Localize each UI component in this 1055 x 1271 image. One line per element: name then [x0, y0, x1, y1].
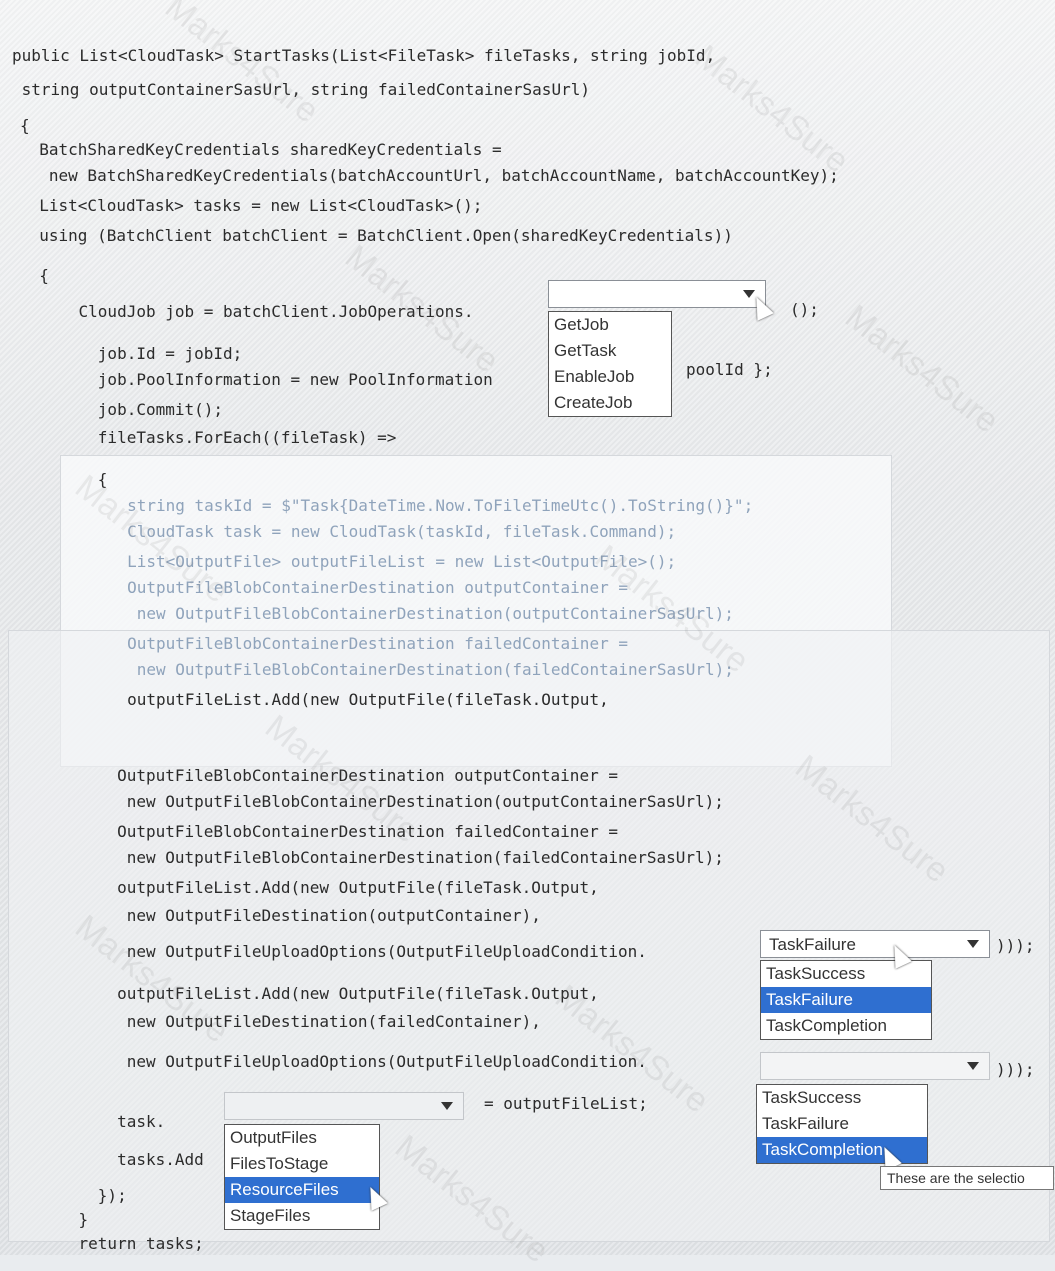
upload-condition-options-2: TaskSuccess TaskFailure TaskCompletion	[756, 1084, 928, 1164]
code-line: tasks.Add	[40, 1150, 204, 1169]
code-line: OutputFileBlobContainerDestination faile…	[50, 634, 628, 653]
option-resourcefiles[interactable]: ResourceFiles	[225, 1177, 379, 1203]
code-line: = outputFileList;	[484, 1094, 648, 1113]
code-line: ();	[790, 300, 819, 319]
option-filestostage[interactable]: FilesToStage	[225, 1151, 379, 1177]
code-line: {	[20, 266, 49, 285]
chevron-down-icon[interactable]	[967, 1062, 979, 1070]
option-taskcompletion[interactable]: TaskCompletion	[757, 1137, 927, 1163]
task-property-options: OutputFiles FilesToStage ResourceFiles S…	[224, 1124, 380, 1230]
option-enablejob[interactable]: EnableJob	[549, 364, 671, 390]
option-getjob[interactable]: GetJob	[549, 312, 671, 338]
code-line: new OutputFileDestination(outputContaine…	[40, 906, 541, 925]
code-line: List<OutputFile> outputFileList = new Li…	[50, 552, 677, 571]
code-line: {	[20, 116, 30, 135]
code-line: task.	[40, 1112, 166, 1131]
code-line: CloudTask task = new CloudTask(taskId, f…	[50, 522, 677, 541]
job-operations-options: GetJob GetTask EnableJob CreateJob	[548, 311, 672, 417]
code-line: });	[40, 1186, 127, 1205]
chevron-down-icon[interactable]	[743, 290, 755, 298]
dropdown-value: TaskFailure	[769, 935, 856, 954]
code-line: public List<CloudTask> StartTasks(List<F…	[12, 46, 716, 65]
code-line: using (BatchClient batchClient = BatchCl…	[20, 226, 733, 245]
code-line: }	[40, 1210, 89, 1229]
task-property-dropdown[interactable]	[224, 1092, 464, 1120]
option-createjob[interactable]: CreateJob	[549, 390, 671, 416]
upload-condition-dropdown-2[interactable]	[760, 1052, 990, 1080]
option-taskcompletion[interactable]: TaskCompletion	[761, 1013, 931, 1039]
code-line: new OutputFileDestination(failedContaine…	[40, 1012, 541, 1031]
code-line: {	[40, 470, 108, 489]
chevron-down-icon[interactable]	[441, 1102, 453, 1110]
code-line: new OutputFileBlobContainerDestination(f…	[50, 660, 734, 679]
job-operations-dropdown[interactable]	[548, 280, 766, 308]
option-outputfiles[interactable]: OutputFiles	[225, 1125, 379, 1151]
code-line: OutputFileBlobContainerDestination faile…	[40, 822, 618, 841]
option-taskfailure[interactable]: TaskFailure	[761, 987, 931, 1013]
code-line: outputFileList.Add(new OutputFile(fileTa…	[50, 690, 609, 709]
code-line: new OutputFileBlobContainerDestination(o…	[40, 792, 724, 811]
code-line: job.PoolInformation = new PoolInformatio…	[40, 370, 493, 389]
code-line: new OutputFileUploadOptions(OutputFileUp…	[40, 942, 647, 961]
code-line: CloudJob job = batchClient.JobOperations…	[40, 302, 474, 321]
code-line: )));	[996, 936, 1045, 955]
upload-condition-dropdown-1[interactable]: TaskFailure	[760, 930, 990, 958]
code-line: new OutputFileBlobContainerDestination(o…	[50, 604, 734, 623]
code-line: poolId };	[686, 360, 773, 379]
upload-condition-options-1: TaskSuccess TaskFailure TaskCompletion	[760, 960, 932, 1040]
code-line: outputFileList.Add(new OutputFile(fileTa…	[40, 984, 599, 1003]
option-tasksuccess[interactable]: TaskSuccess	[757, 1085, 927, 1111]
option-stagefiles[interactable]: StageFiles	[225, 1203, 379, 1229]
code-line: outputFileList.Add(new OutputFile(fileTa…	[40, 878, 599, 897]
code-line: new BatchSharedKeyCredentials(batchAccou…	[20, 166, 839, 185]
option-taskfailure[interactable]: TaskFailure	[757, 1111, 927, 1137]
option-tasksuccess[interactable]: TaskSuccess	[761, 961, 931, 987]
code-line: List<CloudTask> tasks = new List<CloudTa…	[20, 196, 483, 215]
code-line: )));	[996, 1060, 1035, 1079]
code-line: string outputContainerSasUrl, string fai…	[12, 80, 590, 99]
code-line: job.Id = jobId;	[40, 344, 243, 363]
chevron-down-icon[interactable]	[967, 940, 979, 948]
code-line: OutputFileBlobContainerDestination outpu…	[50, 578, 628, 597]
selection-tooltip: These are the selectio	[880, 1166, 1054, 1190]
code-line: new OutputFileBlobContainerDestination(f…	[40, 848, 724, 867]
code-line: return tasks;	[40, 1234, 204, 1253]
code-line: BatchSharedKeyCredentials sharedKeyCrede…	[20, 140, 502, 159]
code-line: fileTasks.ForEach((fileTask) =>	[40, 428, 397, 447]
code-line: new OutputFileUploadOptions(OutputFileUp…	[40, 1052, 647, 1071]
code-line: string taskId = $"Task{DateTime.Now.ToFi…	[50, 496, 754, 515]
option-gettask[interactable]: GetTask	[549, 338, 671, 364]
code-line: job.Commit();	[40, 400, 224, 419]
code-line: OutputFileBlobContainerDestination outpu…	[40, 766, 618, 785]
